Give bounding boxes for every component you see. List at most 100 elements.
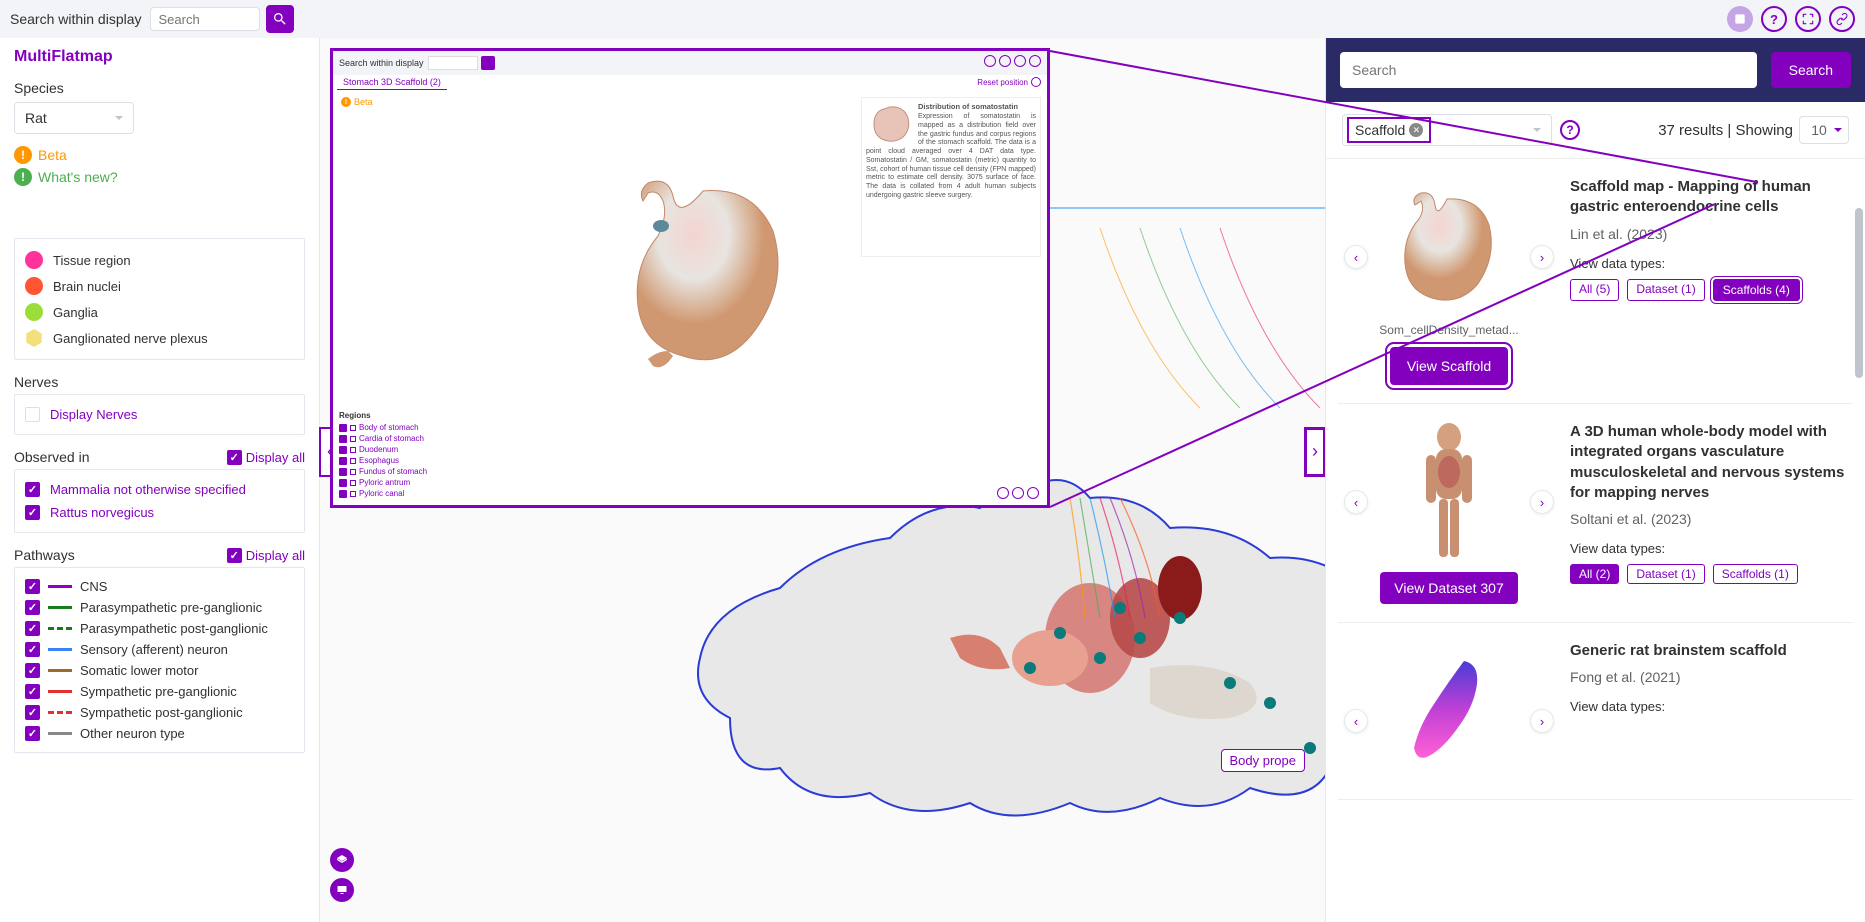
thumb-image[interactable] (1379, 177, 1519, 317)
path-line-icon (48, 606, 72, 609)
checkbox[interactable] (339, 479, 347, 487)
checkbox[interactable] (25, 600, 40, 615)
help-icon[interactable]: ? (1761, 6, 1787, 32)
context-icon[interactable] (1727, 6, 1753, 32)
pathway-item[interactable]: Somatic lower motor (25, 660, 294, 681)
species-select[interactable]: Rat (14, 102, 134, 134)
checkbox[interactable] (339, 446, 347, 454)
pathway-item[interactable]: Sensory (afferent) neuron (25, 639, 294, 660)
checkbox[interactable] (25, 579, 40, 594)
checkbox[interactable] (25, 705, 40, 720)
overlay-icon[interactable] (984, 55, 996, 67)
observed-item[interactable]: Rattus norvegicus (25, 501, 294, 524)
type-tag[interactable]: Dataset (1) (1627, 564, 1704, 584)
pathway-item[interactable]: Parasympathetic post-ganglionic (25, 618, 294, 639)
card-title[interactable]: Generic rat brainstem scaffold (1570, 641, 1847, 661)
observed-item[interactable]: Mammalia not otherwise specified (25, 478, 294, 501)
swatch-icon (25, 251, 43, 269)
type-tag[interactable]: Dataset (1) (1627, 279, 1704, 301)
checkbox[interactable] (339, 468, 347, 476)
whatsnew-badge[interactable]: !What's new? (0, 166, 319, 188)
view-button[interactable]: View Scaffold (1390, 347, 1508, 385)
region-item[interactable]: Pyloric antrum (339, 477, 449, 488)
overlay-bottom-icon[interactable] (1027, 487, 1039, 499)
results-search-button[interactable]: Search (1771, 52, 1851, 88)
card-title[interactable]: A 3D human whole-body model with integra… (1570, 422, 1847, 503)
thumb-image[interactable] (1379, 422, 1519, 562)
page-size-select[interactable]: 10 (1799, 116, 1849, 144)
search-button[interactable] (266, 5, 294, 33)
thumb-prev[interactable]: ‹ (1344, 245, 1368, 269)
display-all-pathways[interactable]: Display all (227, 548, 305, 563)
region-item[interactable]: Pyloric canal (339, 488, 449, 499)
checkbox[interactable] (339, 457, 347, 465)
overlay-tab[interactable]: Stomach 3D Scaffold (2) (337, 75, 447, 90)
result-card: ‹›Generic rat brainstem scaffoldFong et … (1338, 623, 1853, 800)
checkbox[interactable] (25, 621, 40, 636)
type-tag[interactable]: Scaffolds (4) (1713, 279, 1800, 301)
path-line-icon (48, 669, 72, 672)
overlay-bottom-icon[interactable] (1012, 487, 1024, 499)
checkbox[interactable] (25, 726, 40, 741)
type-tag[interactable]: All (5) (1570, 279, 1619, 301)
results-search-input[interactable] (1340, 52, 1757, 88)
pathway-item[interactable]: Other neuron type (25, 723, 294, 744)
path-line-icon (48, 711, 72, 714)
canvas[interactable]: ‹ › (320, 38, 1325, 922)
region-item[interactable]: Body of stomach (339, 422, 449, 433)
screen-icon[interactable] (330, 878, 354, 902)
search-input[interactable] (150, 7, 260, 31)
checkbox[interactable] (25, 505, 40, 520)
overlay-search-input[interactable] (428, 56, 478, 70)
overlay-icon[interactable] (1029, 55, 1041, 67)
stomach-3d[interactable] (613, 171, 803, 381)
path-line-icon (48, 690, 72, 693)
body-proper-label: Body prope (1221, 749, 1306, 772)
layers-icon[interactable] (330, 848, 354, 872)
view-button[interactable]: View Dataset 307 (1380, 572, 1517, 604)
checkbox[interactable] (339, 435, 347, 443)
type-tag[interactable]: All (2) (1570, 564, 1619, 584)
exclaim-icon: ! (14, 168, 32, 186)
beta-badge[interactable]: !Beta (0, 144, 319, 166)
filter-tag-scaffold[interactable]: Scaffold✕ (1347, 117, 1431, 143)
scrollbar[interactable] (1855, 208, 1863, 378)
region-item[interactable]: Cardia of stomach (339, 433, 449, 444)
region-item[interactable]: Esophagus (339, 455, 449, 466)
checkbox[interactable] (25, 482, 40, 497)
pathway-item[interactable]: Sympathetic pre-ganglionic (25, 681, 294, 702)
info-icon[interactable] (1031, 77, 1041, 87)
display-all-observed[interactable]: Display all (227, 450, 305, 465)
pathway-item[interactable]: CNS (25, 576, 294, 597)
results-list[interactable]: ‹›Som_cellDensity_metad...View ScaffoldS… (1326, 159, 1865, 922)
overlay-search-button[interactable] (481, 56, 495, 70)
pathway-item[interactable]: Sympathetic post-ganglionic (25, 702, 294, 723)
thumb-next[interactable]: › (1530, 490, 1554, 514)
remove-filter-icon[interactable]: ✕ (1409, 123, 1423, 137)
thumb-prev[interactable]: ‹ (1344, 709, 1368, 733)
card-title[interactable]: Scaffold map - Mapping of human gastric … (1570, 177, 1847, 218)
link-icon[interactable] (1829, 6, 1855, 32)
type-tag[interactable]: Scaffolds (1) (1713, 564, 1798, 584)
pathway-item[interactable]: Parasympathetic pre-ganglionic (25, 597, 294, 618)
overlay-icon[interactable] (999, 55, 1011, 67)
thumb-prev[interactable]: ‹ (1344, 490, 1368, 514)
overlay-icon[interactable] (1014, 55, 1026, 67)
thumb-next[interactable]: › (1530, 245, 1554, 269)
checkbox[interactable] (25, 642, 40, 657)
sidebar-title: MultiFlatmap (0, 38, 319, 72)
thumb-next[interactable]: › (1530, 709, 1554, 733)
region-item[interactable]: Fundus of stomach (339, 466, 449, 477)
search-icon (272, 11, 288, 27)
checkbox[interactable] (25, 684, 40, 699)
region-item[interactable]: Duodenum (339, 444, 449, 455)
filter-help-icon[interactable]: ? (1560, 120, 1580, 140)
checkbox[interactable] (339, 424, 347, 432)
fullscreen-icon[interactable] (1795, 6, 1821, 32)
overlay-bottom-icon[interactable] (997, 487, 1009, 499)
filter-dropdown[interactable]: Scaffold✕ (1342, 114, 1552, 146)
thumb-image[interactable] (1379, 641, 1519, 781)
checkbox[interactable] (339, 490, 347, 498)
display-nerves-checkbox[interactable] (25, 407, 40, 422)
checkbox[interactable] (25, 663, 40, 678)
